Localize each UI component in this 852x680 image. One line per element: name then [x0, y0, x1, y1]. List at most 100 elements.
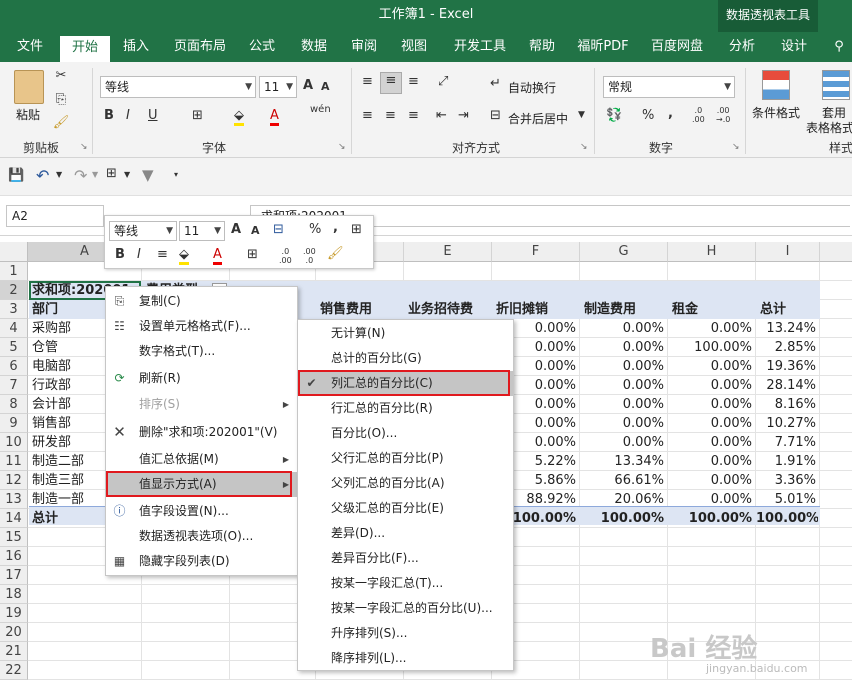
form-icon[interactable]: ⊞ — [106, 166, 117, 181]
alignment-launcher-icon[interactable]: ↘ — [580, 142, 588, 152]
wrap-text-icon[interactable]: ↵ — [490, 76, 501, 91]
mini-font-color-icon[interactable]: A — [213, 247, 222, 265]
value-cell-i[interactable]: 5.01% — [756, 490, 818, 509]
merge-center-icon[interactable]: ⊟ — [490, 108, 501, 123]
mini-size-combo[interactable]: 11 ▼ — [179, 221, 225, 241]
row-header-9[interactable]: 9 — [0, 414, 28, 433]
submenu-item-11[interactable]: 按某一字段汇总的百分比(U)... — [298, 596, 513, 621]
tab-file[interactable]: 文件 — [8, 32, 52, 62]
customize-qat-icon[interactable]: ▾ — [174, 170, 178, 179]
mini-grow-font-icon[interactable]: A — [231, 222, 241, 237]
redo-dropdown-icon[interactable]: ▼ — [92, 170, 98, 179]
mini-fill-color-icon[interactable]: ⬙ — [179, 247, 189, 265]
value-cell-h[interactable]: 0.00% — [668, 395, 754, 414]
value-cell-g[interactable]: 0.00% — [580, 357, 666, 376]
tab-design[interactable]: 设计 — [774, 32, 814, 62]
number-launcher-icon[interactable]: ↘ — [732, 142, 740, 152]
submenu-item-9[interactable]: 差异百分比(F)... — [298, 546, 513, 571]
border-icon[interactable]: ⊞ — [192, 108, 203, 123]
submenu-item-13[interactable]: 降序排列(L)... — [298, 646, 513, 671]
mini-table-icon[interactable]: ⊞ — [351, 222, 362, 237]
redo-icon[interactable]: ↷ — [74, 166, 87, 185]
submenu-item-6[interactable]: 父列汇总的百分比(A) — [298, 471, 513, 496]
tab-insert[interactable]: 插入 — [114, 32, 158, 62]
value-cell-h[interactable]: 0.00% — [668, 490, 754, 509]
mini-comma-button[interactable]: , — [333, 220, 338, 235]
merge-dropdown-icon[interactable]: ▼ — [578, 110, 585, 120]
row-header-12[interactable]: 12 — [0, 471, 28, 490]
value-cell-i[interactable]: 100.00% — [756, 509, 818, 528]
value-cell-h[interactable]: 0.00% — [668, 376, 754, 395]
value-cell-h[interactable]: 0.00% — [668, 414, 754, 433]
row-header-2[interactable]: 2 — [0, 281, 28, 300]
column-header-i[interactable]: I — [756, 242, 820, 262]
format-painter-icon[interactable]: 🖌 — [52, 115, 70, 130]
value-cell-h[interactable]: 0.00% — [668, 319, 754, 338]
clipboard-launcher-icon[interactable]: ↘ — [80, 142, 88, 152]
value-cell-i[interactable]: 2.85% — [756, 338, 818, 357]
font-size-combo[interactable]: 11 ▼ — [259, 76, 297, 98]
align-top-icon[interactable]: ≡ — [362, 74, 373, 89]
submenu-item-5[interactable]: 父行汇总的百分比(P) — [298, 446, 513, 471]
row-header-22[interactable]: 22 — [0, 661, 28, 680]
tab-data[interactable]: 数据 — [292, 32, 336, 62]
phonetic-button[interactable]: wén — [310, 104, 331, 115]
tab-developer[interactable]: 开发工具 — [448, 32, 512, 62]
value-cell-i[interactable]: 7.71% — [756, 433, 818, 452]
row-header-10[interactable]: 10 — [0, 433, 28, 452]
row-header-5[interactable]: 5 — [0, 338, 28, 357]
align-right-icon[interactable]: ≡ — [408, 108, 419, 123]
submenu-item-7[interactable]: 父级汇总的百分比(E) — [298, 496, 513, 521]
menu-remove-field[interactable]: ✕ 删除"求和项:202001"(V) — [106, 420, 297, 445]
tab-help[interactable]: 帮助 — [522, 32, 562, 62]
menu-copy[interactable]: ⎘ 复制(C) — [106, 289, 297, 314]
value-cell-i[interactable]: 3.36% — [756, 471, 818, 490]
tab-formulas[interactable]: 公式 — [242, 32, 282, 62]
mini-inc-decimal-icon[interactable]: .0.00 — [279, 247, 292, 265]
menu-pivot-options[interactable]: 数据透视表选项(O)... — [106, 524, 297, 549]
menu-summarize-by[interactable]: 值汇总依据(M) ▶ — [106, 447, 297, 472]
shrink-font-button[interactable]: A — [321, 80, 330, 93]
merge-center-button[interactable]: 合并后居中 — [508, 110, 568, 127]
comma-button[interactable]: , — [668, 106, 673, 121]
column-header-h[interactable]: H — [668, 242, 756, 262]
submenu-item-10[interactable]: 按某一字段汇总(T)... — [298, 571, 513, 596]
grow-font-button[interactable]: A — [303, 78, 313, 93]
value-cell-i[interactable]: 1.91% — [756, 452, 818, 471]
form-dropdown-icon[interactable]: ▼ — [124, 170, 130, 179]
value-cell-h[interactable]: 0.00% — [668, 452, 754, 471]
value-cell-g[interactable]: 0.00% — [580, 319, 666, 338]
font-color-icon[interactable]: A — [270, 108, 279, 126]
tab-foxit-pdf[interactable]: 福昕PDF — [574, 32, 632, 62]
format-as-table-icon[interactable] — [822, 70, 850, 100]
mini-bold-icon[interactable]: B — [115, 247, 125, 262]
value-cell-g[interactable]: 20.06% — [580, 490, 666, 509]
menu-refresh[interactable]: ⟳ 刷新(R) — [106, 366, 297, 391]
tab-home[interactable]: 开始 — [60, 36, 110, 62]
row-header-13[interactable]: 13 — [0, 490, 28, 509]
submenu-item-4[interactable]: 百分比(O)... — [298, 421, 513, 446]
italic-button[interactable]: I — [126, 108, 130, 123]
bold-button[interactable]: B — [104, 108, 114, 123]
decrease-decimal-button[interactable]: .00 →.0 — [716, 106, 730, 124]
value-cell-g[interactable]: 100.00% — [580, 509, 666, 528]
column-header-f[interactable]: F — [492, 242, 580, 262]
tab-page-layout[interactable]: 页面布局 — [168, 32, 232, 62]
increase-indent-icon[interactable]: ⇥ — [458, 108, 469, 123]
undo-icon[interactable]: ↶ — [36, 166, 49, 185]
align-left-icon[interactable]: ≡ — [362, 108, 373, 123]
row-header-21[interactable]: 21 — [0, 642, 28, 661]
row-header-4[interactable]: 4 — [0, 319, 28, 338]
submenu-item-3[interactable]: 行汇总的百分比(R) — [298, 396, 513, 421]
wrap-text-button[interactable]: 自动换行 — [508, 79, 556, 96]
value-cell-i[interactable]: 28.14% — [756, 376, 818, 395]
value-cell-i[interactable]: 10.27% — [756, 414, 818, 433]
name-box[interactable]: A2 — [6, 205, 104, 227]
mini-number-format-icon[interactable]: ⊟ — [273, 222, 284, 237]
menu-format-cells[interactable]: ☷ 设置单元格格式(F)... — [106, 314, 297, 339]
copy-icon[interactable]: ⎘ — [52, 92, 70, 107]
tab-review[interactable]: 审阅 — [346, 32, 382, 62]
row-header-8[interactable]: 8 — [0, 395, 28, 414]
value-cell-i[interactable]: 13.24% — [756, 319, 818, 338]
value-cell-i[interactable]: 8.16% — [756, 395, 818, 414]
